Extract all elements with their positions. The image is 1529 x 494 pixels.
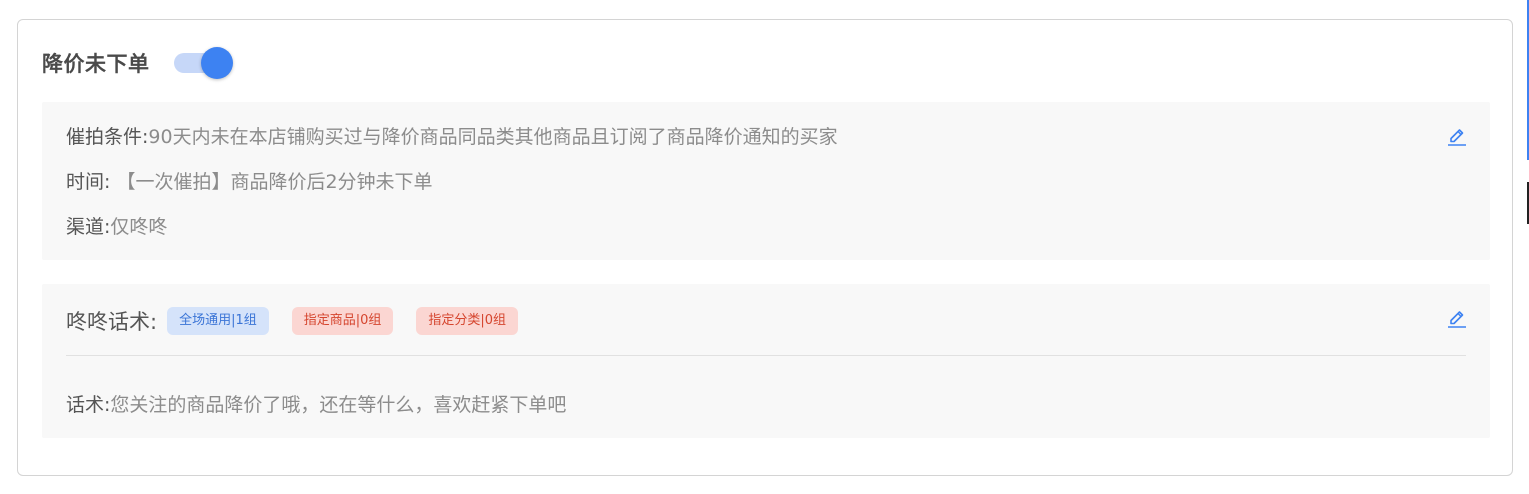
channel-label: 渠道: — [66, 216, 111, 238]
scripts-label: 咚咚话术: — [66, 310, 158, 334]
edit-conditions-pencil-icon[interactable] — [1446, 126, 1468, 148]
scripts-divider — [66, 355, 1466, 356]
toggle-knob — [200, 47, 233, 79]
channel-value: 仅咚咚 — [110, 216, 168, 238]
condition-value: 90天内未在本店铺购买过与降价商品同品类其他商品且订阅了商品降价通知的买家 — [148, 126, 838, 148]
card-header: 降价未下单 — [42, 46, 233, 80]
condition-label: 催拍条件: — [66, 126, 149, 148]
time-value: 【一次催拍】商品降价后2分钟未下单 — [116, 171, 433, 193]
condition-row: 催拍条件:90天内未在本店铺购买过与降价商品同品类其他商品且订阅了商品降价通知的… — [66, 124, 838, 150]
card-title: 降价未下单 — [42, 52, 150, 76]
script-label: 话术: — [66, 394, 111, 416]
edit-scripts-pencil-icon[interactable] — [1446, 308, 1468, 330]
time-label: 时间: — [66, 171, 111, 193]
time-row: 时间: 【一次催拍】商品降价后2分钟未下单 — [66, 169, 433, 195]
tag-specific-category[interactable]: 指定分类|0组 — [416, 307, 519, 335]
conditions-panel: 催拍条件:90天内未在本店铺购买过与降价商品同品类其他商品且订阅了商品降价通知的… — [42, 102, 1490, 260]
channel-row: 渠道:仅咚咚 — [66, 214, 167, 240]
enable-toggle[interactable] — [173, 46, 233, 80]
price-drop-reminder-card: 降价未下单 催拍条件:90天内未在本店铺购买过与降价商品同品类其他商品且订阅了商… — [17, 19, 1513, 476]
tag-specific-product[interactable]: 指定商品|0组 — [291, 307, 394, 335]
script-value: 您关注的商品降价了哦，还在等什么，喜欢赶紧下单吧 — [110, 394, 567, 416]
scripts-panel: 咚咚话术: 全场通用|1组 指定商品|0组 指定分类|0组 话术:您关注的商品降… — [42, 284, 1490, 438]
script-row: 话术:您关注的商品降价了哦，还在等什么，喜欢赶紧下单吧 — [66, 392, 566, 418]
tag-all-store[interactable]: 全场通用|1组 — [167, 307, 269, 335]
scripts-header: 咚咚话术: 全场通用|1组 指定商品|0组 指定分类|0组 — [66, 304, 541, 338]
